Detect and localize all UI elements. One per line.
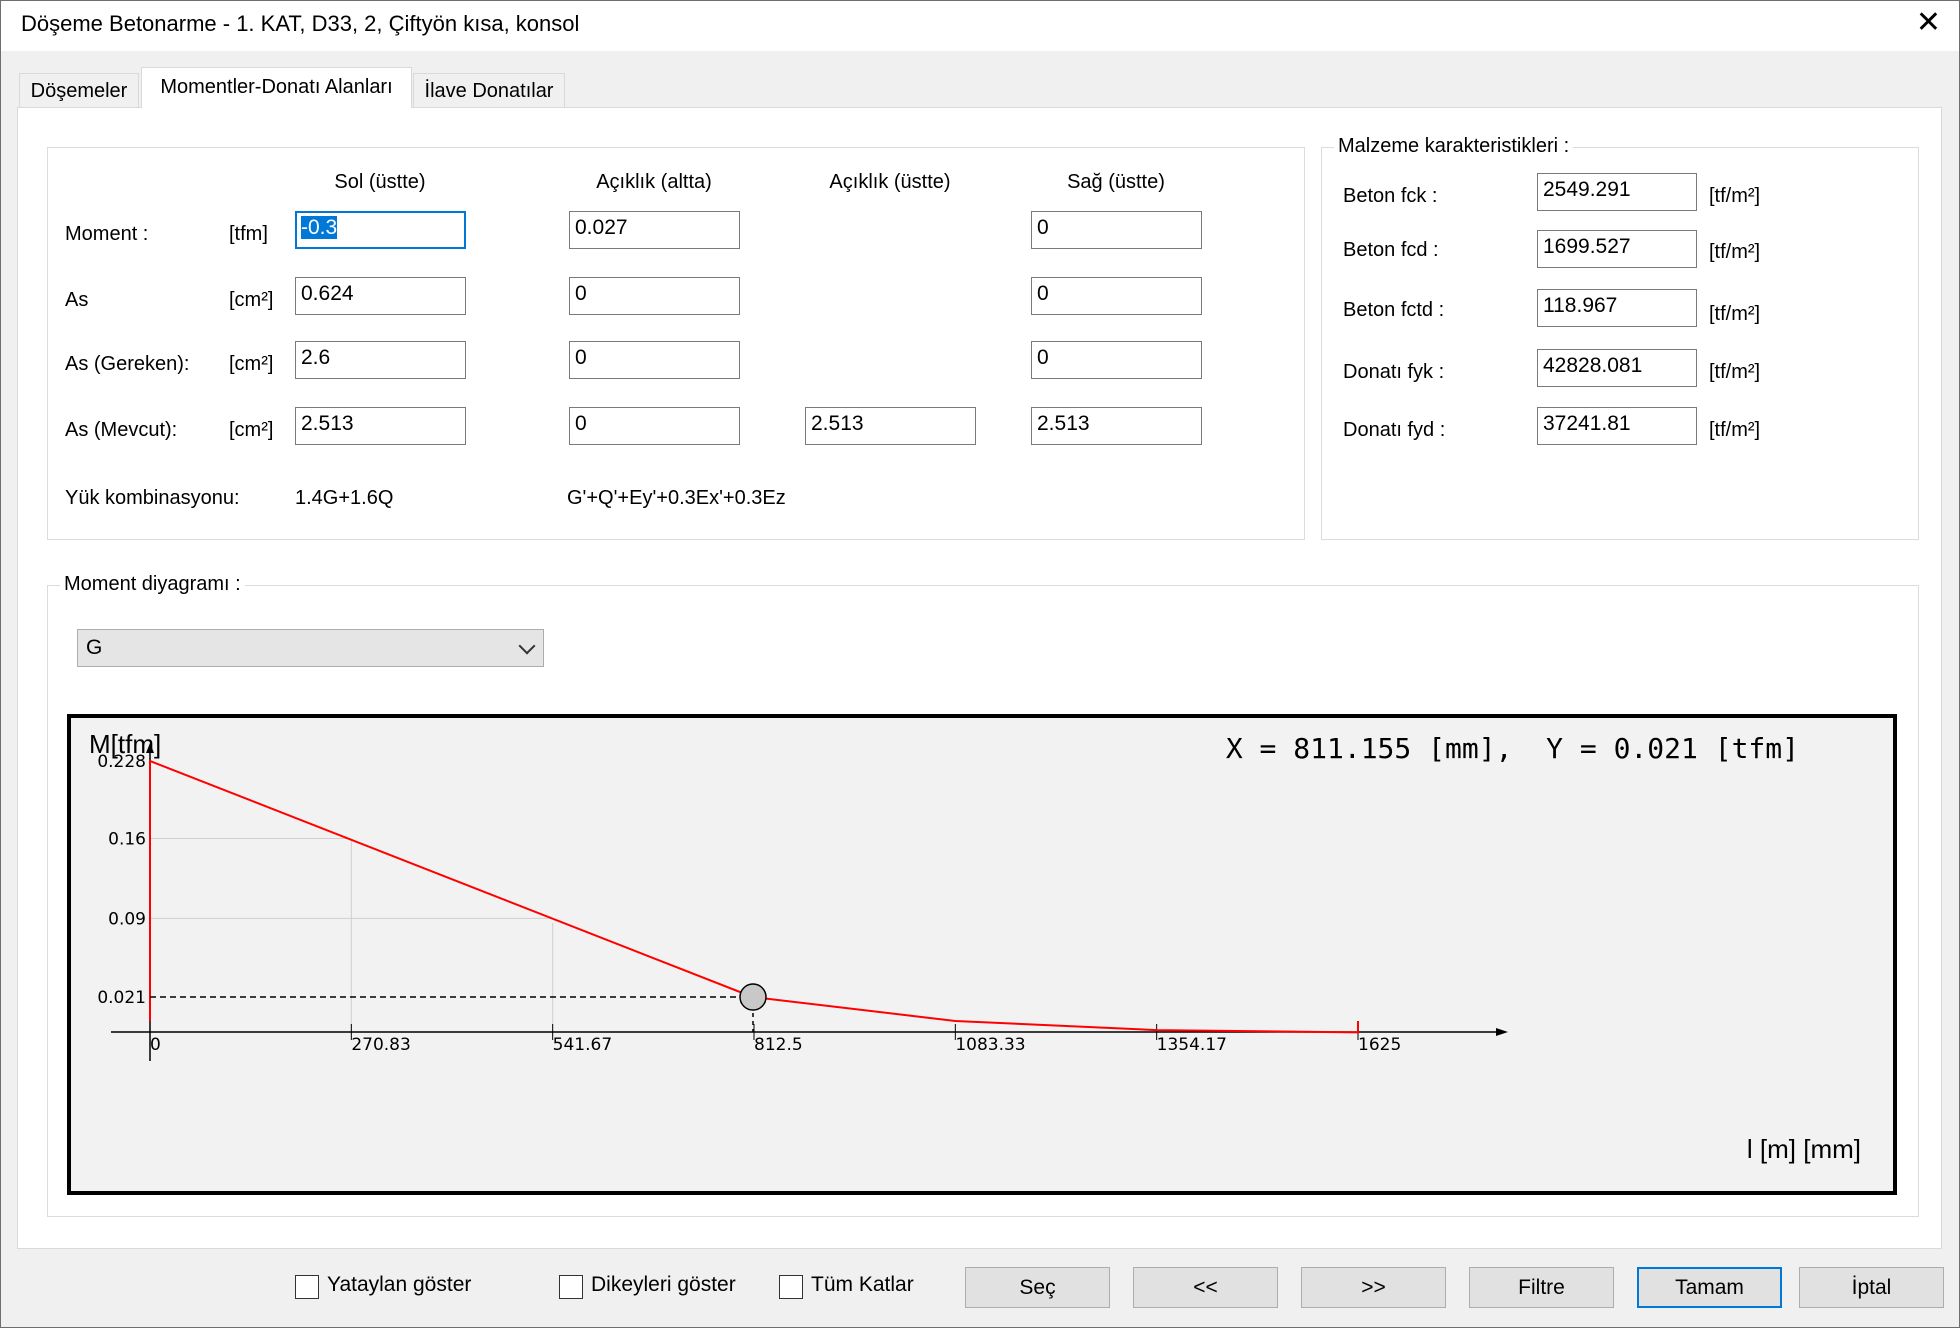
iptal-button[interactable]: İptal xyxy=(1799,1267,1944,1308)
moment-unit: [tfm] xyxy=(229,223,268,245)
moment-chart-svg: 0.0210.090.160.2280 270.83 541.67 812.5 1083… xyxy=(89,729,1861,1164)
close-icon[interactable]: ✕ xyxy=(1916,5,1941,41)
y-tick-label: 0.021 xyxy=(97,988,146,1008)
cursor-readout: X = 811.155 [mm], Y = 0.021 [tfm] xyxy=(1226,732,1799,765)
moment-sol-input[interactable]: -0.3 xyxy=(295,211,466,249)
load-combination-select[interactable]: G xyxy=(77,629,544,667)
beton-fcd-input[interactable]: 1699.527 xyxy=(1537,230,1697,268)
x-tick-label: 1354.17 xyxy=(1157,1035,1227,1055)
tum-katlar-label: Tüm Katlar xyxy=(811,1273,914,1296)
title-bar: Döşeme Betonarme - 1. KAT, D33, 2, Çifty… xyxy=(1,1,1959,51)
moment-sag-input[interactable]: 0 xyxy=(1031,211,1202,249)
x-axis-label: l [m] [mm] xyxy=(1747,1134,1861,1164)
as-gereken-label: As (Gereken): xyxy=(65,353,190,375)
yuk-kombinasyonu-aciklik: G'+Q'+Ey'+0.3Ex'+0.3Ez xyxy=(567,487,786,509)
as-label: As xyxy=(65,289,89,311)
moment-diagram-title: Moment diyagramı : xyxy=(60,573,245,596)
x-tick-label: 812.5 xyxy=(754,1035,803,1055)
donati-fyd-label: Donatı fyd : xyxy=(1343,419,1446,441)
beton-fck-label: Beton fck : xyxy=(1343,185,1438,207)
sec-button[interactable]: Seç xyxy=(965,1267,1110,1308)
x-tick-label: 1625 xyxy=(1358,1035,1401,1055)
x-tick-label: 0 xyxy=(150,1035,161,1055)
as-gereken-sol-input[interactable]: 2.6 xyxy=(295,341,466,379)
x-tick-label: 1083.33 xyxy=(955,1035,1025,1055)
donati-fyk-label: Donatı fyk : xyxy=(1343,361,1445,383)
yataylari-goster-checkbox[interactable] xyxy=(295,1275,319,1299)
yataylari-goster-label: Yataylan göster xyxy=(327,1273,472,1296)
as-mevcut-label: As (Mevcut): xyxy=(65,419,178,441)
dikeyleri-goster-label: Dikeyleri göster xyxy=(591,1273,736,1296)
beton-fctd-input[interactable]: 118.967 xyxy=(1537,289,1697,327)
beton-fck-input[interactable]: 2549.291 xyxy=(1537,173,1697,211)
load-combination-value: G xyxy=(86,636,103,659)
as-gereken-unit: [cm²] xyxy=(229,353,274,375)
header-aciklik-ust: Açıklık (üstte) xyxy=(829,171,951,193)
moment-aciklik-alt-input[interactable]: 0.027 xyxy=(569,211,740,249)
as-aciklik-alt-input[interactable]: 0 xyxy=(569,277,740,315)
dikeyleri-goster-checkbox[interactable] xyxy=(559,1275,583,1299)
as-sol-input[interactable]: 0.624 xyxy=(295,277,466,315)
beton-fcd-label: Beton fcd : xyxy=(1343,239,1439,261)
moment-label: Moment : xyxy=(65,223,149,245)
y-axis-label: M[tfm] xyxy=(89,729,161,759)
as-mevcut-sag-input[interactable]: 2.513 xyxy=(1031,407,1202,445)
x-tick-label: 541.67 xyxy=(553,1035,612,1055)
donati-fyk-input[interactable]: 42828.081 xyxy=(1537,349,1697,387)
chevron-down-icon xyxy=(518,637,536,655)
beton-fck-unit: [tf/m²] xyxy=(1709,185,1761,207)
donati-fyk-unit: [tf/m²] xyxy=(1709,361,1761,383)
x-axis-arrow-icon xyxy=(1496,1028,1508,1036)
tab-ilave-donatilar[interactable]: İlave Donatılar xyxy=(413,73,565,107)
material-group-title: Malzeme karakteristikleri : xyxy=(1334,135,1574,158)
as-gereken-sag-input[interactable]: 0 xyxy=(1031,341,1202,379)
x-tick-label: 270.83 xyxy=(351,1035,410,1055)
beton-fctd-unit: [tf/m²] xyxy=(1709,303,1761,325)
as-sag-input[interactable]: 0 xyxy=(1031,277,1202,315)
y-tick-label: 0.09 xyxy=(108,909,146,929)
y-tick-label: 0.16 xyxy=(108,830,146,850)
window-title: Döşeme Betonarme - 1. KAT, D33, 2, Çifty… xyxy=(21,11,580,36)
moment-chart[interactable]: 0.021 0.09 0.16 0.228 0 270.83 541.67 812.5 1083… xyxy=(67,714,1897,1195)
donati-fyd-input[interactable]: 37241.81 xyxy=(1537,407,1697,445)
tum-katlar-checkbox[interactable] xyxy=(779,1275,803,1299)
next-button[interactable]: >> xyxy=(1301,1267,1446,1308)
header-aciklik-alt: Açıklık (altta) xyxy=(596,171,712,193)
tamam-button[interactable]: Tamam xyxy=(1637,1267,1782,1308)
previous-button[interactable]: << xyxy=(1133,1267,1278,1308)
donati-fyd-unit: [tf/m²] xyxy=(1709,419,1761,441)
beton-fcd-unit: [tf/m²] xyxy=(1709,241,1761,263)
yuk-kombinasyonu-sol: 1.4G+1.6Q xyxy=(295,487,394,509)
header-sag: Sağ (üstte) xyxy=(1067,171,1165,193)
dialog-window: Döşeme Betonarme - 1. KAT, D33, 2, Çifty… xyxy=(0,0,1960,1328)
filtre-button[interactable]: Filtre xyxy=(1469,1267,1614,1308)
cursor-marker xyxy=(739,983,767,1011)
tab-momentler-donati-alanlari[interactable]: Momentler-Donatı Alanları xyxy=(141,67,412,108)
as-mevcut-sol-input[interactable]: 2.513 xyxy=(295,407,466,445)
as-unit: [cm²] xyxy=(229,289,274,311)
as-gereken-aciklik-alt-input[interactable]: 0 xyxy=(569,341,740,379)
beton-fctd-label: Beton fctd : xyxy=(1343,299,1445,321)
as-mevcut-aciklik-alt-input[interactable]: 0 xyxy=(569,407,740,445)
header-sol: Sol (üstte) xyxy=(334,171,426,193)
as-mevcut-unit: [cm²] xyxy=(229,419,274,441)
as-mevcut-aciklik-ust-input[interactable]: 2.513 xyxy=(805,407,976,445)
yuk-kombinasyonu-label: Yük kombinasyonu: xyxy=(65,487,240,509)
tab-dosemeler[interactable]: Döşemeler xyxy=(19,73,139,107)
